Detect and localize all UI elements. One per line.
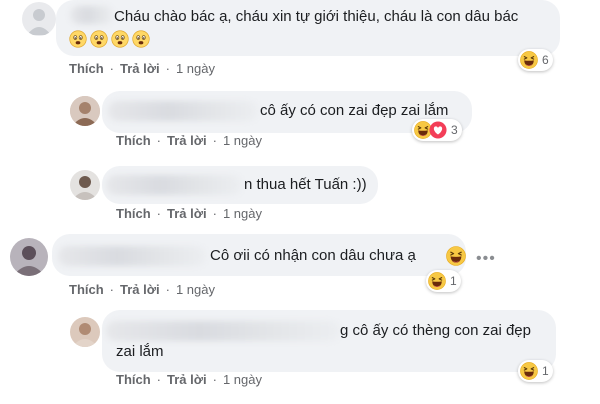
comment-text-line-2: zai lắm — [116, 343, 164, 360]
comment-text: n thua hết Tuấn :)) — [244, 176, 367, 193]
separator-dot: · — [156, 206, 162, 221]
haha-icon — [520, 362, 538, 380]
reaction-count: 1 — [542, 364, 549, 378]
blurred-author-name — [70, 6, 114, 24]
avatar[interactable] — [10, 238, 48, 276]
reply-link[interactable]: Trả lời — [120, 61, 160, 76]
separator-dot: · — [156, 372, 162, 387]
blurred-author-name — [108, 101, 258, 121]
timestamp[interactable]: 1 ngày — [223, 206, 262, 221]
profile-photo-icon — [10, 238, 48, 276]
comment-text: Cháu chào bác ạ, cháu xin tự giới thiệu,… — [114, 8, 519, 25]
reaction-count: 1 — [450, 274, 457, 288]
reply-link[interactable]: Trả lời — [120, 282, 160, 297]
separator-dot: · — [212, 372, 217, 387]
comment-actions: Thích · Trả lời · 1 ngày — [116, 133, 262, 148]
profile-photo-icon — [70, 170, 100, 200]
comment-actions: Thích · Trả lời · 1 ngày — [116, 206, 262, 221]
reaction-summary[interactable]: 6 — [518, 49, 553, 71]
blurred-author-name — [106, 175, 242, 195]
haha-icon — [520, 51, 538, 69]
blurred-author-name — [106, 321, 340, 341]
avatar[interactable] — [70, 317, 100, 347]
laughing-emoji — [446, 246, 466, 266]
reaction-count: 6 — [542, 53, 549, 67]
reaction-count: 3 — [451, 123, 458, 137]
comment-bubble — [102, 310, 556, 372]
frowning-face-emoji — [90, 30, 108, 48]
separator-dot: · — [156, 133, 162, 148]
comment-actions: Thích · Trả lời · 1 ngày — [69, 282, 215, 297]
default-avatar-icon — [27, 9, 51, 35]
blurred-author-name — [58, 246, 206, 266]
like-link[interactable]: Thích — [116, 372, 151, 387]
haha-icon — [428, 272, 446, 290]
frowning-face-emoji — [132, 30, 150, 48]
comment-text-line-1: g cô ấy có thèng con zai đẹp — [340, 322, 531, 339]
timestamp[interactable]: 1 ngày — [176, 282, 215, 297]
comment-actions: Thích · Trả lời · 1 ngày — [69, 61, 215, 76]
reply-link[interactable]: Trả lời — [167, 133, 207, 148]
like-link[interactable]: Thích — [69, 61, 104, 76]
separator-dot: · — [165, 282, 170, 297]
separator-dot: · — [212, 206, 217, 221]
like-link[interactable]: Thích — [116, 133, 151, 148]
separator-dot: · — [165, 61, 170, 76]
profile-photo-icon — [70, 317, 100, 347]
reply-link[interactable]: Trả lời — [167, 372, 207, 387]
frowning-face-emoji — [111, 30, 129, 48]
timestamp[interactable]: 1 ngày — [223, 133, 262, 148]
avatar[interactable] — [70, 170, 100, 200]
separator-dot: · — [109, 282, 115, 297]
reaction-summary[interactable]: 1 — [518, 360, 553, 382]
reaction-summary[interactable]: 3 — [412, 119, 462, 141]
love-icon — [429, 121, 447, 139]
reply-link[interactable]: Trả lời — [167, 206, 207, 221]
comment-text: Cô ơii có nhận con dâu chưa ạ — [210, 247, 416, 264]
timestamp[interactable]: 1 ngày — [176, 61, 215, 76]
separator-dot: · — [109, 61, 115, 76]
avatar[interactable] — [70, 96, 100, 126]
separator-dot: · — [212, 133, 217, 148]
frowning-face-emoji — [69, 30, 87, 48]
avatar[interactable] — [22, 2, 56, 36]
like-link[interactable]: Thích — [116, 206, 151, 221]
comment-text: cô ấy có con zai đẹp zai lắm — [260, 102, 449, 119]
emoji-row — [69, 30, 150, 48]
profile-photo-icon — [70, 96, 100, 126]
more-horizontal-icon[interactable]: ••• — [476, 250, 496, 268]
timestamp[interactable]: 1 ngày — [223, 372, 262, 387]
comment-actions: Thích · Trả lời · 1 ngày — [116, 372, 262, 387]
reaction-summary[interactable]: 1 — [426, 270, 461, 292]
like-link[interactable]: Thích — [69, 282, 104, 297]
